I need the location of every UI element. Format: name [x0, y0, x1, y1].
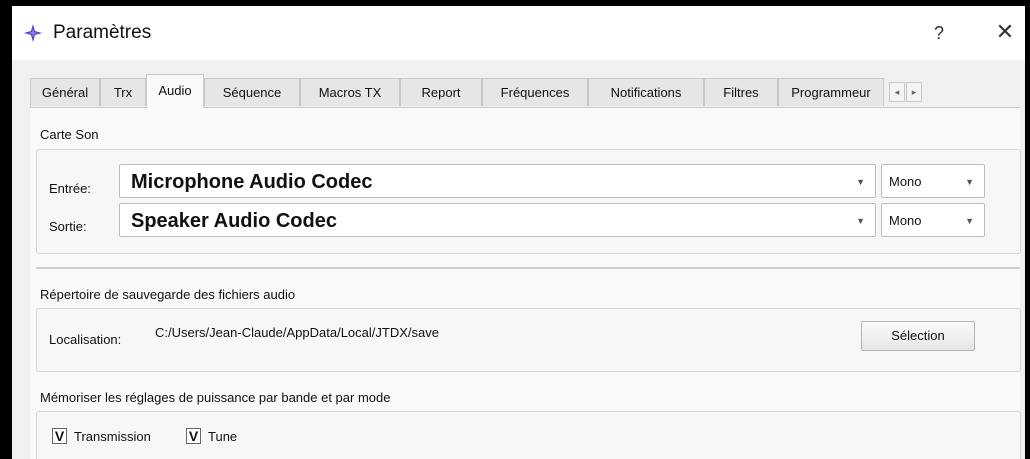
tab-notifications[interactable]: Notifications: [588, 78, 704, 106]
save-path-value: C:/Users/Jean-Claude/AppData/Local/JTDX/…: [155, 325, 439, 340]
power-group: [36, 411, 1021, 459]
output-channel-value: Mono: [889, 213, 922, 228]
chevron-down-icon: ▼: [856, 177, 865, 187]
input-channel-select[interactable]: Mono ▼: [881, 164, 985, 198]
tune-label: Tune: [208, 429, 238, 444]
chevron-down-icon: ▼: [965, 177, 974, 187]
tab-report[interactable]: Report: [400, 78, 482, 106]
tab-filtres[interactable]: Filtres: [704, 78, 778, 106]
tune-checkbox[interactable]: V: [186, 428, 201, 444]
output-device-value: Speaker Audio Codec: [131, 210, 337, 232]
select-folder-button[interactable]: Sélection: [861, 321, 975, 351]
tab-trx[interactable]: Trx: [100, 78, 146, 106]
power-heading: Mémoriser les réglages de puissance par …: [40, 390, 391, 405]
help-button[interactable]: ?: [924, 20, 954, 46]
title-bar: Paramètres ? ✕: [12, 6, 1025, 60]
tab-scroll-left-button[interactable]: ◂: [889, 82, 905, 102]
tab-audio[interactable]: Audio: [146, 74, 204, 108]
chevron-down-icon: ▼: [856, 216, 865, 226]
transmission-label: Transmission: [74, 429, 151, 444]
window-title: Paramètres: [53, 22, 152, 43]
tab-programmeur[interactable]: Programmeur: [778, 78, 884, 106]
output-channel-select[interactable]: Mono ▼: [881, 203, 985, 237]
settings-dialog: Paramètres ? ✕ Général Trx Audio Séquenc…: [12, 6, 1025, 459]
tab-scroll-right-button[interactable]: ▸: [906, 82, 922, 102]
chevron-down-icon: ▼: [965, 216, 974, 226]
location-label: Localisation:: [49, 332, 122, 347]
output-device-select[interactable]: Speaker Audio Codec ▼: [119, 203, 876, 237]
section-divider: [36, 267, 1020, 269]
save-dir-heading: Répertoire de sauvegarde des fichiers au…: [40, 287, 296, 302]
input-channel-value: Mono: [889, 174, 922, 189]
tab-general[interactable]: Général: [30, 78, 100, 106]
star-app-icon: [24, 24, 42, 42]
sound-card-heading: Carte Son: [40, 127, 99, 142]
frame-left: [0, 0, 12, 459]
tab-macros-tx[interactable]: Macros TX: [300, 78, 400, 106]
close-button[interactable]: ✕: [990, 18, 1020, 46]
transmission-checkbox[interactable]: V: [52, 428, 67, 444]
tab-sequence[interactable]: Séquence: [204, 78, 300, 106]
tab-frequences[interactable]: Fréquences: [482, 78, 588, 106]
input-device-select[interactable]: Microphone Audio Codec ▼: [119, 164, 876, 198]
input-device-value: Microphone Audio Codec: [131, 171, 373, 193]
tab-bar: Général Trx Audio Séquence Macros TX Rep…: [30, 74, 1005, 108]
frame-right: [1025, 0, 1030, 459]
output-label: Sortie:: [49, 219, 87, 234]
input-label: Entrée:: [49, 181, 91, 196]
